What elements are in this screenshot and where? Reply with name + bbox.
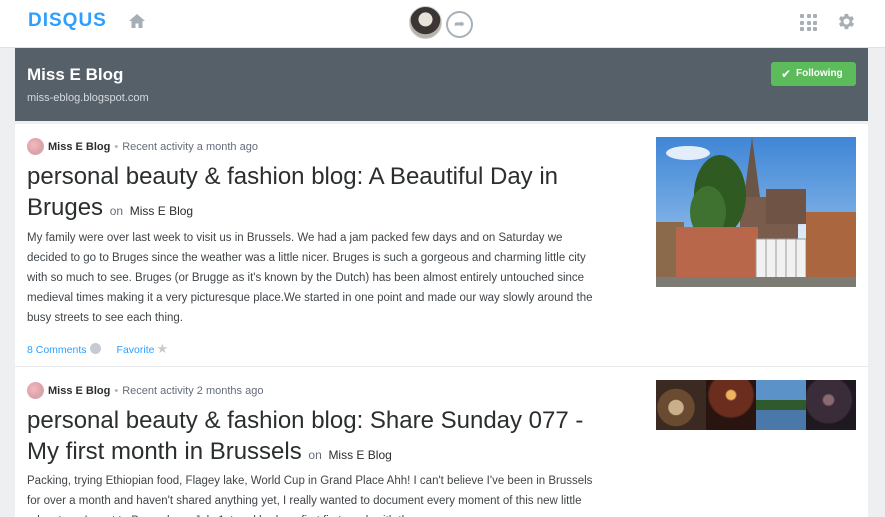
item-excerpt: My family were over last week to visit u… [27,232,593,324]
user-avatar[interactable] [409,6,442,39]
author-avatar[interactable] [27,138,44,155]
item-meta: Miss E Blog • Recent activity 2 months ago [27,382,263,399]
following-button[interactable]: ✔ Following [771,62,856,86]
comment-bubble-icon [89,343,101,354]
item-title-block: personal beauty & fashion blog: A Beauti… [27,161,607,227]
gear-icon[interactable] [836,11,857,32]
item-actions: 8 Comments Favorite ★ [27,341,168,357]
favorite-link[interactable]: Favorite [117,344,155,356]
activity-feed: Miss E Blog • Recent activity a month ago … [15,124,868,517]
item-title[interactable]: personal beauty & fashion blog: A Beauti… [27,163,558,221]
author-name[interactable]: Miss E Blog [48,141,110,153]
comments-link[interactable]: 8 Comments [27,344,87,356]
post-thumbnail[interactable] [656,137,856,287]
site-link[interactable]: Miss E Blog [328,448,391,462]
forum-title[interactable]: Miss E Blog [27,65,123,85]
separator-dot: • [114,385,119,397]
site-link[interactable]: Miss E Blog [130,204,193,218]
on-label: on [109,204,124,218]
thumbnail-lake[interactable] [756,380,806,430]
home-icon[interactable] [128,12,146,30]
top-navigation-bar: DISQUS ➦ [0,0,885,48]
on-label: on [308,448,322,462]
separator-dot: • [114,141,119,153]
item-title[interactable]: personal beauty & fashion blog: Share Su… [27,407,583,465]
check-icon: ✔ [781,67,792,81]
activity-time: Recent activity a month ago [122,141,258,153]
thumbnail-restaurant[interactable] [706,380,756,430]
apps-grid-icon[interactable] [800,14,817,31]
feed-item: Miss E Blog • Recent activity 2 months ago… [15,368,868,517]
thumbnail-food[interactable] [656,380,706,430]
disqus-logo[interactable]: DISQUS [28,10,107,32]
author-avatar[interactable] [27,382,44,399]
feed-item: Miss E Blog • Recent activity a month ago … [15,124,868,367]
item-excerpt: Packing, trying Ethiopian food, Flagey l… [27,475,593,517]
star-icon[interactable]: ★ [156,341,168,356]
forum-url[interactable]: miss-eblog.blogspot.com [27,92,149,104]
item-title-block: personal beauty & fashion blog: Share Su… [27,405,607,471]
activity-time: Recent activity 2 months ago [122,385,264,397]
author-name[interactable]: Miss E Blog [48,385,110,397]
share-icon[interactable]: ➦ [446,11,473,38]
post-thumbnail-strip[interactable] [656,380,856,430]
item-meta: Miss E Blog • Recent activity a month ago [27,138,258,155]
thumbnail-night[interactable] [806,380,856,430]
forum-banner: Miss E Blog miss-eblog.blogspot.com ✔ Fo… [15,48,868,121]
following-label: Following [796,68,843,79]
